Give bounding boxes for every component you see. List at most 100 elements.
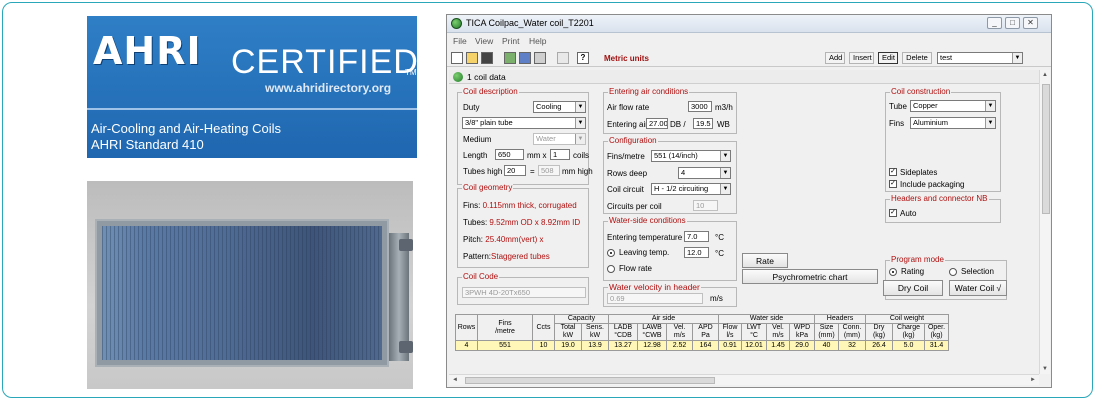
auto-checkbox[interactable]: ✓ xyxy=(889,209,897,217)
tube-material-label: Tube xyxy=(889,102,907,111)
table-header: Total kW xyxy=(554,323,582,341)
rating-radio[interactable] xyxy=(889,268,897,276)
menu-print[interactable]: Print xyxy=(502,36,519,46)
table-cell: 2.52 xyxy=(666,340,693,351)
table-header: Conn. (mm) xyxy=(838,323,866,341)
table-group-header: Capacity xyxy=(554,314,609,324)
minimize-button[interactable]: _ xyxy=(987,17,1002,29)
fin-material-select[interactable]: Aluminium ▼ xyxy=(910,117,996,129)
leaving-temp-radio[interactable] xyxy=(607,249,615,257)
entering-temp-input[interactable]: 7.0 xyxy=(684,231,709,242)
scroll-up-icon[interactable]: ▲ xyxy=(1042,72,1048,78)
table-cell: 40 xyxy=(814,340,839,351)
app-icon xyxy=(451,18,462,29)
project-select[interactable]: test ▼ xyxy=(937,52,1023,64)
table-header-unit: °CDB xyxy=(614,332,632,339)
maximize-button[interactable]: □ xyxy=(1005,17,1020,29)
chevron-down-icon: ▼ xyxy=(1012,53,1022,63)
rating-label: Rating xyxy=(901,267,925,276)
length-input[interactable]: 650 xyxy=(495,149,524,160)
printer-icon[interactable] xyxy=(557,52,569,64)
tube-material-select[interactable]: Copper ▼ xyxy=(910,100,996,112)
duty-select[interactable]: Cooling ▼ xyxy=(533,101,586,113)
scrollbar-thumb[interactable] xyxy=(465,377,715,384)
rate-button[interactable]: Rate xyxy=(742,253,788,268)
entering-db-input[interactable]: 27.00 xyxy=(646,118,668,129)
tube-type-select[interactable]: 3/8" plain tube ▼ xyxy=(462,117,586,129)
coil-circuit-value: H - 1/2 circuiting xyxy=(654,184,709,193)
chevron-down-icon: ▼ xyxy=(575,134,585,144)
table-header-unit: kW xyxy=(589,332,601,339)
circuits-per-coil-label: Circuits per coil xyxy=(607,202,662,211)
scroll-left-icon[interactable]: ◄ xyxy=(452,377,458,383)
height-unit: mm high xyxy=(562,167,593,176)
menu-file[interactable]: File xyxy=(453,36,467,46)
include-packaging-checkbox[interactable]: ✓ xyxy=(889,180,897,188)
menu-view[interactable]: View xyxy=(475,36,493,46)
table-cell: 12.01 xyxy=(741,340,767,351)
horizontal-scrollbar[interactable]: ◄ ► xyxy=(449,374,1039,385)
toolbar: ? Metric units Add Insert Edit Delete te… xyxy=(447,49,1051,67)
coil-circuit-select[interactable]: H - 1/2 circuiting ▼ xyxy=(651,183,731,195)
airflow-input[interactable]: 3000 xyxy=(688,101,712,112)
scroll-down-icon[interactable]: ▼ xyxy=(1042,366,1048,372)
tube-type-value: 3/8" plain tube xyxy=(465,118,513,127)
insert-button[interactable]: Insert xyxy=(849,52,874,64)
wb-label: WB xyxy=(717,120,730,129)
metric-units-label: Metric units xyxy=(604,54,649,63)
menu-help[interactable]: Help xyxy=(529,36,546,46)
selection-radio[interactable] xyxy=(949,268,957,276)
flow-rate-radio[interactable] xyxy=(607,265,615,273)
coils-input[interactable]: 1 xyxy=(550,149,570,160)
airflow-label: Air flow rate xyxy=(607,103,650,112)
delete-button[interactable]: Delete xyxy=(902,52,932,64)
group-title: Coil construction xyxy=(890,87,952,96)
edit-button[interactable]: Edit xyxy=(878,52,898,64)
medium-label: Medium xyxy=(463,135,492,144)
save-icon[interactable] xyxy=(481,52,493,64)
water-coil-button[interactable]: Water Coil √ xyxy=(949,280,1007,296)
table-header-label: Charge xyxy=(897,324,920,331)
fins-info-label: Fins: xyxy=(463,201,481,210)
dry-coil-button[interactable]: Dry Coil xyxy=(883,280,943,296)
project-value: test xyxy=(940,53,953,62)
table-row[interactable]: 4 551 10 19.0 13.9 13.27 12.98 2.52 164 … xyxy=(455,340,949,351)
results-group-header-row: Rows Fins/metre Ccts Capacity Air side W… xyxy=(455,314,949,341)
table-header: Dry (kg) xyxy=(865,323,893,341)
medium-select[interactable]: Water ▼ xyxy=(533,133,586,145)
table-cell: 29.0 xyxy=(789,340,815,351)
table-header: Size (mm) xyxy=(814,323,839,341)
fins-info: Fins: 0.115mm thick, corrugated xyxy=(463,201,577,210)
rows-deep-select[interactable]: 4 ▼ xyxy=(678,167,731,179)
help-icon[interactable]: ? xyxy=(577,52,589,64)
chevron-down-icon: ▼ xyxy=(575,118,585,128)
height-output: 508 xyxy=(538,165,560,176)
duty-label: Duty xyxy=(463,103,480,112)
chevron-down-icon: ▼ xyxy=(720,184,730,194)
coil-code-output: 3PWH 4D-20Tx650 xyxy=(462,287,586,298)
entering-wb-input[interactable]: 19.5 xyxy=(693,118,713,129)
tubes-info-value: 9.52mm OD x 8.92mm ID xyxy=(489,218,581,227)
group-title: Headers and connector NB xyxy=(890,194,989,203)
divider xyxy=(87,108,417,110)
psychrometric-chart-button[interactable]: Psychrometric chart xyxy=(742,269,878,284)
fins-per-metre-label: Fins/metre xyxy=(607,152,645,161)
certification-description: Air-Cooling and Air-Heating Coils xyxy=(91,121,282,136)
open-folder-icon[interactable] xyxy=(466,52,478,64)
fins-per-metre-select[interactable]: 551 (14/inch) ▼ xyxy=(651,150,731,162)
scroll-right-icon[interactable]: ► xyxy=(1030,377,1036,383)
list-view-icon[interactable] xyxy=(534,52,546,64)
vertical-scrollbar[interactable]: ▲ ▼ xyxy=(1039,70,1050,374)
tubes-high-input[interactable]: 20 xyxy=(504,165,526,176)
add-button[interactable]: Add xyxy=(825,52,845,64)
pitch-info: Pitch: 25.40mm(vert) x xyxy=(463,235,543,244)
coil-view-icon[interactable] xyxy=(504,52,516,64)
close-button[interactable]: ✕ xyxy=(1023,17,1038,29)
table-view-icon[interactable] xyxy=(519,52,531,64)
new-file-icon[interactable] xyxy=(451,52,463,64)
tubes-info: Tubes: 9.52mm OD x 8.92mm ID xyxy=(463,218,580,227)
leaving-temp-input[interactable]: 12.0 xyxy=(684,247,709,258)
table-header-label: Sens. xyxy=(586,324,604,331)
sideplates-checkbox[interactable]: ✓ xyxy=(889,168,897,176)
scrollbar-thumb[interactable] xyxy=(1042,84,1050,214)
